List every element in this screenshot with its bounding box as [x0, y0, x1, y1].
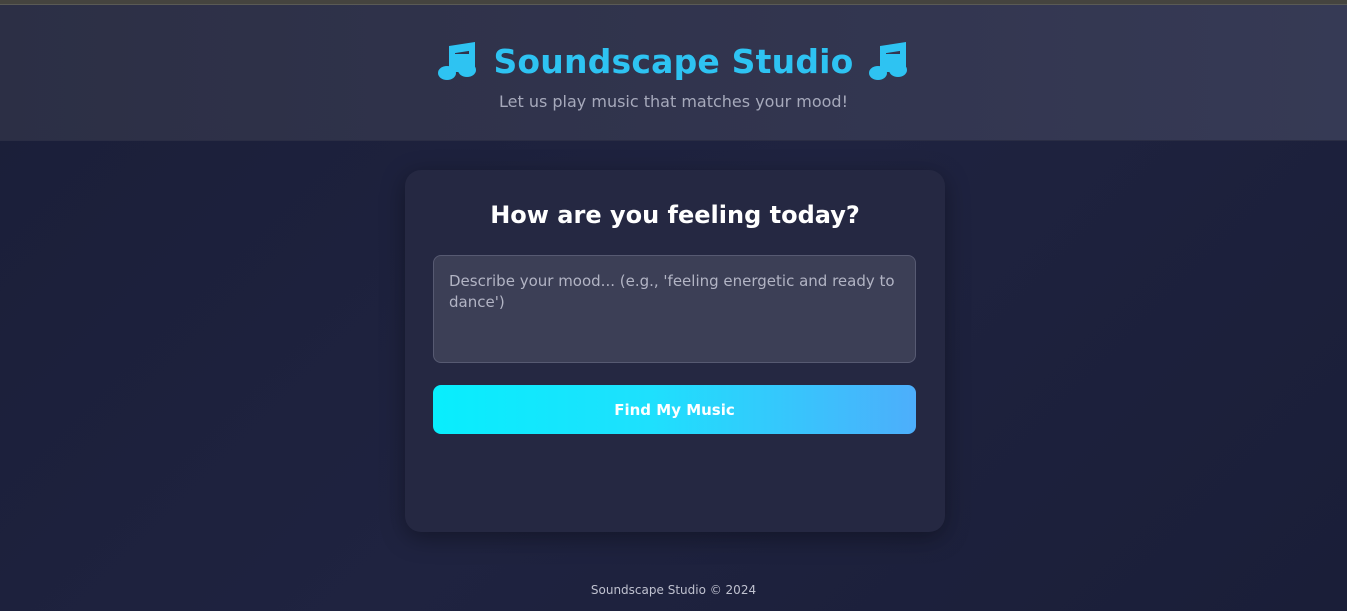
- page-footer: Soundscape Studio © 2024: [590, 583, 757, 597]
- page-header: Soundscape Studio Let us play music that…: [0, 5, 1347, 141]
- mood-input[interactable]: [433, 255, 916, 363]
- title-row: Soundscape Studio: [0, 38, 1347, 84]
- music-note-icon: [438, 42, 477, 80]
- mood-card: How are you feeling today? Find My Music: [405, 170, 945, 532]
- music-note-icon: [868, 42, 907, 80]
- mood-heading: How are you feeling today?: [490, 201, 860, 229]
- find-music-button[interactable]: Find My Music: [433, 385, 916, 434]
- app-subtitle: Let us play music that matches your mood…: [499, 92, 848, 111]
- app-title: Soundscape Studio: [493, 41, 854, 81]
